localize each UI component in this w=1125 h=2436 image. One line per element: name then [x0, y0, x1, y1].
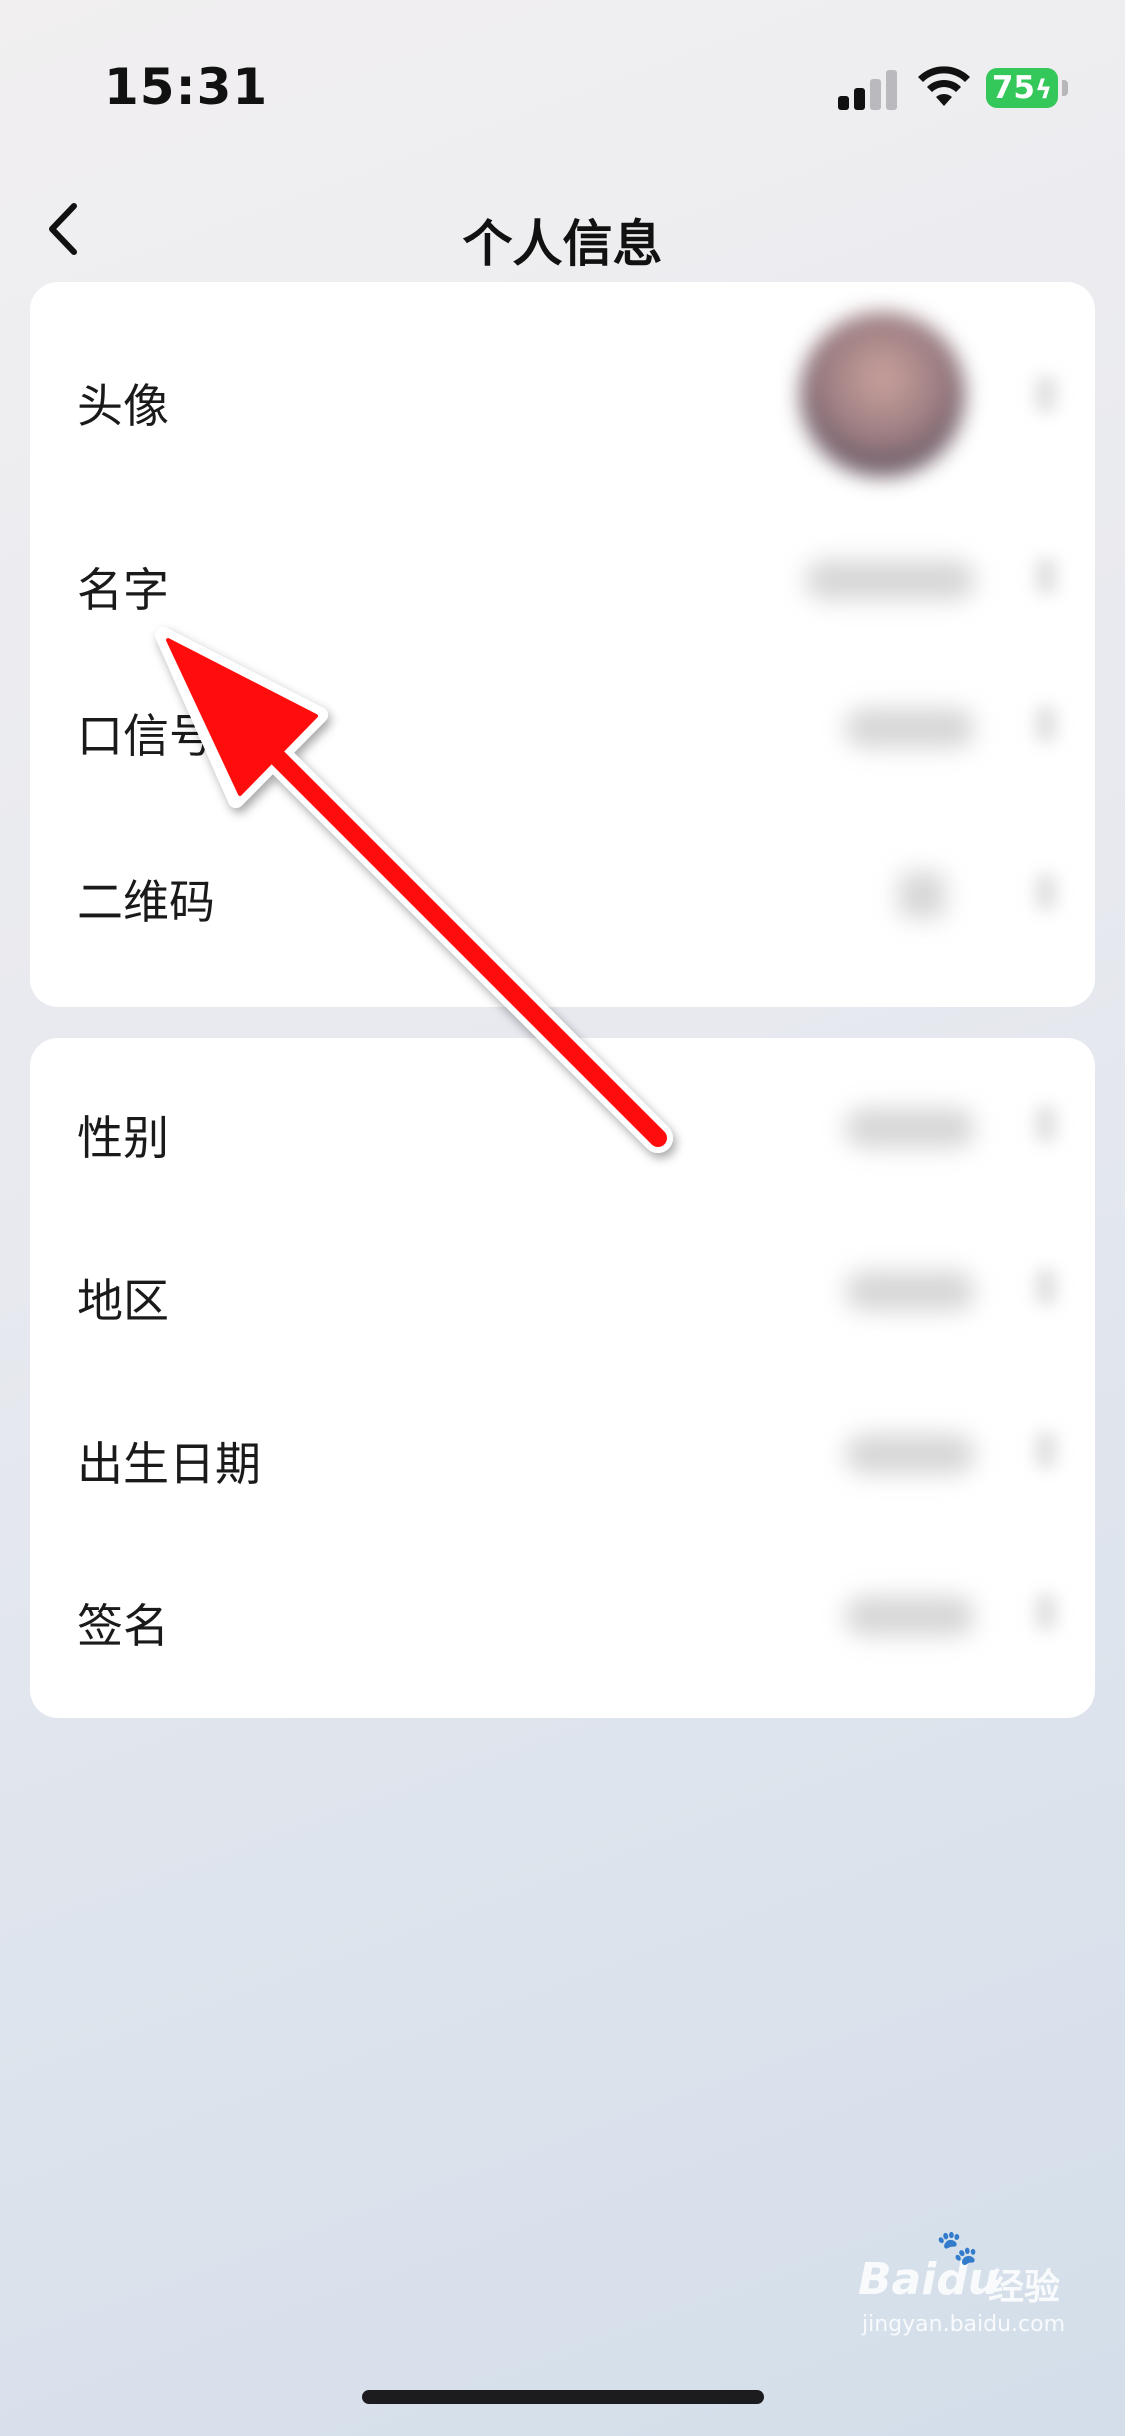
watermark-product: 经验	[988, 2267, 1061, 2308]
row-label-signature: 签名	[77, 1599, 169, 1653]
home-indicator[interactable]	[362, 2390, 764, 2404]
row-label-region: 地区	[77, 1274, 169, 1328]
chevron-right-icon	[1035, 558, 1057, 594]
row-label-avatar: 头像	[77, 379, 169, 433]
row-name[interactable]: 名字	[30, 504, 1095, 654]
profile-group-basic: 头像 名字 口信号 二维码	[30, 282, 1095, 1007]
chevron-right-icon	[1035, 706, 1057, 742]
battery-level: 75	[991, 70, 1035, 106]
nav-bar: 个人信息	[0, 170, 1125, 290]
row-id[interactable]: 口信号	[30, 654, 1095, 822]
row-label-qr-code: 二维码	[77, 875, 215, 929]
chevron-right-icon	[1035, 1106, 1057, 1142]
watermark-url: jingyan.baidu.com	[862, 2312, 1066, 2337]
row-avatar[interactable]: 头像	[30, 282, 1095, 504]
paw-icon: 🐾	[936, 2228, 979, 2268]
row-label-id: 口信号	[77, 709, 215, 763]
baidu-jingyan-watermark: Baidu 🐾 经验 jingyan.baidu.com	[858, 2228, 1078, 2346]
row-label-name: 名字	[77, 563, 169, 617]
wifi-icon	[918, 66, 970, 106]
status-bar: 15:31 75ϟ	[0, 0, 1125, 170]
chevron-right-icon	[1035, 1594, 1057, 1630]
id-value-blurred	[845, 708, 975, 748]
profile-group-details: 性别 地区 出生日期 签名	[30, 1038, 1095, 1718]
gender-value-blurred	[845, 1108, 975, 1148]
row-birthday[interactable]: 出生日期	[30, 1376, 1095, 1538]
row-qr-code[interactable]: 二维码	[30, 822, 1095, 1007]
cellular-signal-icon	[838, 66, 898, 110]
chevron-right-icon	[1035, 1269, 1057, 1305]
status-time: 15:31	[104, 58, 269, 116]
avatar	[800, 312, 965, 477]
qr-code-icon	[899, 872, 945, 918]
region-value-blurred	[845, 1271, 975, 1311]
chevron-right-icon	[1035, 1432, 1057, 1468]
signature-value-blurred	[845, 1596, 975, 1636]
birthday-value-blurred	[845, 1434, 975, 1474]
row-label-birthday: 出生日期	[77, 1437, 261, 1491]
chevron-right-icon	[1035, 874, 1057, 910]
charging-bolt-icon: ϟ	[1034, 75, 1053, 105]
row-region[interactable]: 地区	[30, 1213, 1095, 1376]
page-title: 个人信息	[462, 215, 663, 273]
row-signature[interactable]: 签名	[30, 1538, 1095, 1718]
battery-nub	[1062, 80, 1068, 96]
chevron-right-icon	[1035, 376, 1057, 412]
row-label-gender: 性别	[77, 1111, 169, 1165]
row-gender[interactable]: 性别	[30, 1038, 1095, 1213]
battery-charging-icon: 75ϟ	[986, 68, 1058, 108]
name-value-blurred	[805, 560, 975, 600]
